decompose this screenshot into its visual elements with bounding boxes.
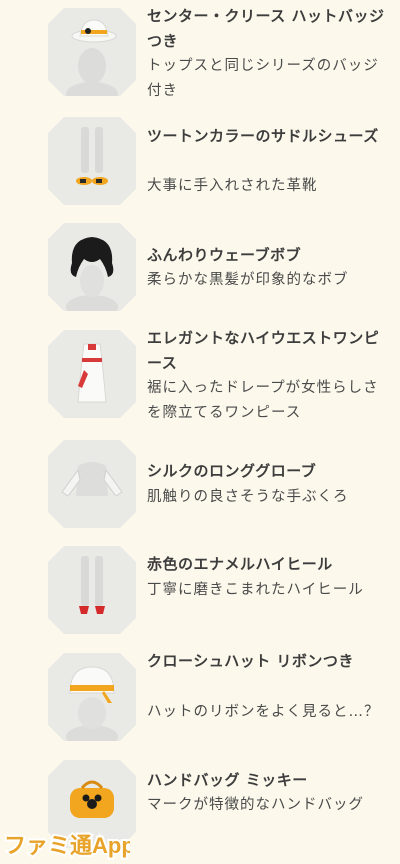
item-name: ハンドバッグ ミッキー — [147, 771, 308, 789]
item-description: トップスと同じシリーズのバッジ付き — [147, 58, 379, 99]
hat-thumbnail — [48, 8, 136, 96]
item-name: センター・クリース ハットバッジつき — [147, 7, 385, 50]
famitsu-app-watermark: ファミ通App — [0, 826, 130, 864]
item-name: ふんわりウェーブボブ — [147, 246, 302, 264]
item-description: 肌触りの良さそうな手ぶくろ — [147, 489, 349, 505]
watermark-text: ファミ通App — [4, 833, 130, 858]
item-name: シルクのロンググローブ — [147, 462, 317, 480]
item-description: 大事に手入れされた革靴 — [147, 178, 318, 194]
shoes-thumbnail — [48, 117, 136, 205]
item-description: 丁寧に磨きこまれたハイヒール — [147, 582, 364, 598]
item-name: 赤色のエナメルハイヒール — [147, 555, 333, 573]
item-description: マークが特徴的なハンドバッグ — [147, 797, 364, 813]
gloves-thumbnail — [48, 440, 136, 528]
dress-thumbnail — [48, 330, 136, 418]
item-name: ツートンカラーのサドルシューズ — [147, 127, 379, 145]
cloche-hat-thumbnail — [48, 653, 136, 741]
item-description: 裾に入ったドレープが女性らしさを際立てるワンピース — [147, 380, 379, 421]
item-name: クローシュハット リボンつき — [147, 652, 354, 670]
item-description: 柔らかな黒髪が印象的なボブ — [147, 272, 349, 288]
hair-thumbnail — [48, 223, 136, 311]
item-description: ハットのリボンをよく見ると…？ — [147, 704, 380, 720]
item-name: エレガントなハイウエストワンピース — [147, 329, 380, 372]
heels-thumbnail — [48, 546, 136, 634]
